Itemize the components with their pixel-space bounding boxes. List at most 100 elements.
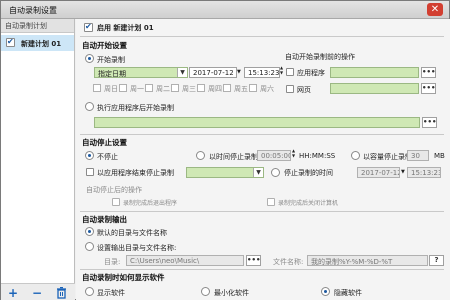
auto-start-title: 自动开始设置 [82, 41, 127, 50]
sidebar-item-plan-01[interactable]: 新建计划 01 [1, 35, 74, 51]
divider [80, 269, 444, 270]
minimize-app-radio[interactable] [201, 287, 210, 296]
stop-time-field[interactable]: 15:13:23 [407, 167, 441, 178]
start-time-value: 15:13:23 [248, 69, 280, 77]
default-output-radio[interactable] [85, 227, 94, 236]
settings-panel: 启用 新建计划 01 自动开始设置 开始录制 自动开始录制前的操作 指定日期 ▼… [76, 19, 450, 300]
pre-app-label: 应用程序 [297, 69, 325, 77]
output-dir-value: C:\Users\neo\Music\ [130, 257, 200, 265]
remove-plan-button[interactable]: − [30, 286, 44, 300]
weekday-label: 周四 [208, 85, 222, 93]
stop-app-field[interactable]: ▼ [186, 167, 264, 178]
no-stop-label: 不停止 [97, 153, 118, 161]
duration-field[interactable]: 00:05:00 [257, 150, 291, 161]
duration-format-label: HH:MM:SS [299, 152, 336, 160]
chevron-down-icon: ▼ [177, 68, 187, 77]
weekday-label: 周五 [234, 85, 248, 93]
stop-by-size-radio[interactable] [351, 151, 360, 160]
start-record-radio[interactable] [85, 54, 94, 63]
output-dir-field[interactable]: C:\Users\neo\Music\ [126, 255, 244, 266]
shutdown-checkbox[interactable] [267, 198, 275, 206]
display-title: 自动录制时如何显示软件 [82, 273, 165, 282]
auto-stop-title: 自动停止设置 [82, 138, 127, 147]
pre-web-label: 网页 [297, 86, 311, 94]
hide-app-label: 隐藏软件 [334, 289, 362, 297]
enable-plan-label: 启用 新建计划 01 [97, 24, 154, 32]
weekday-label: 周三 [182, 85, 196, 93]
add-plan-button[interactable]: + [6, 286, 20, 300]
weekday-checkbox[interactable] [93, 84, 101, 92]
stop-by-time-label: 以时间停止录制 [209, 153, 258, 161]
weekday-checkbox[interactable] [197, 84, 205, 92]
custom-output-radio[interactable] [85, 242, 94, 251]
stop-time-value: 15:13:23 [411, 169, 441, 177]
stop-by-size-label: 以容量停止录制 [363, 153, 412, 161]
sidebar-item-label: 新建计划 01 [21, 40, 62, 48]
pre-app-path-field[interactable] [330, 67, 419, 78]
size-field[interactable]: 30 [407, 150, 429, 161]
start-date-field[interactable]: 2017-07-12 [189, 67, 237, 78]
output-title: 自动录制输出 [82, 215, 127, 224]
weekday-checkbox[interactable] [119, 84, 127, 92]
divider [80, 36, 444, 37]
pre-web-url-field[interactable] [330, 83, 419, 94]
enable-plan-checkbox[interactable] [84, 22, 93, 32]
duration-spinner-icon[interactable]: ▲ ▼ [292, 148, 295, 158]
duration-value: 00:05:00 [261, 152, 291, 160]
stop-date-field[interactable]: 2017-07-12 [357, 167, 400, 178]
stop-date-value: 2017-07-12 [361, 169, 400, 177]
start-date-value: 2017-07-12 [193, 69, 234, 77]
after-stop-title: 自动停止后的操作 [86, 186, 142, 194]
stop-time-radio[interactable] [271, 168, 280, 177]
weekday-checkbox[interactable] [171, 84, 179, 92]
show-app-radio[interactable] [85, 287, 94, 296]
hide-app-radio[interactable] [321, 287, 330, 296]
weekday-label: 周六 [260, 85, 274, 93]
plan-sidebar: 自动录制计划 新建计划 01 [1, 19, 75, 283]
pre-app-checkbox[interactable] [286, 68, 294, 76]
browse-dir-button[interactable]: ••• [246, 255, 261, 266]
stop-on-app-end-checkbox[interactable] [86, 168, 94, 176]
chevron-down-icon[interactable]: ▼ [401, 169, 405, 175]
weekday-label: 周日 [104, 85, 118, 93]
default-output-label: 默认的目录与文件名称 [97, 229, 167, 237]
no-stop-radio[interactable] [85, 151, 94, 160]
start-record-label: 开始录制 [97, 56, 125, 64]
plan-enabled-checkbox[interactable] [6, 37, 15, 47]
browse-app-button[interactable]: ••• [421, 67, 436, 78]
stop-time-label: 停止录制的时间 [284, 169, 333, 177]
pre-web-checkbox[interactable] [286, 85, 294, 93]
window-title: 自动录制设置 [9, 6, 57, 15]
browse-web-button[interactable]: ••• [421, 83, 436, 94]
start-mode-value: 指定日期 [98, 70, 126, 78]
help-button[interactable]: ? [429, 255, 444, 266]
start-time-field[interactable]: 15:13:23 [244, 67, 280, 78]
size-value: 30 [411, 152, 420, 160]
weekday-checkbox[interactable] [223, 84, 231, 92]
weekday-checkbox[interactable] [145, 84, 153, 92]
chevron-down-icon[interactable]: ▼ [237, 69, 241, 75]
pre-action-title: 自动开始录制前的操作 [285, 53, 355, 61]
start-mode-select[interactable]: 指定日期 ▼ [94, 67, 188, 78]
divider [80, 134, 444, 135]
close-button[interactable]: ✕ [427, 3, 443, 16]
show-app-label: 显示软件 [97, 289, 125, 297]
settings-window: 自动录制设置 ✕ 自动录制计划 新建计划 01 + − 启用 新建计划 01 自… [0, 0, 450, 300]
time-spinner-icon[interactable]: ▲ ▼ [280, 65, 283, 75]
exit-app-label: 录制完成后退出程序 [123, 200, 178, 207]
browse-run-app-button[interactable]: ••• [422, 117, 437, 128]
sidebar-toolbar: + − [1, 283, 75, 300]
minimize-app-label: 最小化软件 [214, 289, 249, 297]
run-app-radio[interactable] [85, 102, 94, 111]
weekday-checkbox[interactable] [249, 84, 257, 92]
file-name-value: 我的录制%Y-%M-%D-%T [311, 258, 393, 266]
exit-app-checkbox[interactable] [112, 198, 120, 206]
dir-label: 目录: [104, 258, 121, 266]
shutdown-label: 录制完成后关闭计算机 [278, 200, 339, 207]
weekday-label: 周一 [130, 85, 144, 93]
file-name-field[interactable]: 我的录制%Y-%M-%D-%T [307, 255, 428, 266]
trash-icon[interactable] [54, 287, 68, 300]
title-bar: 自动录制设置 ✕ [1, 1, 449, 19]
stop-by-time-radio[interactable] [196, 151, 205, 160]
run-app-path-field[interactable] [94, 117, 420, 128]
